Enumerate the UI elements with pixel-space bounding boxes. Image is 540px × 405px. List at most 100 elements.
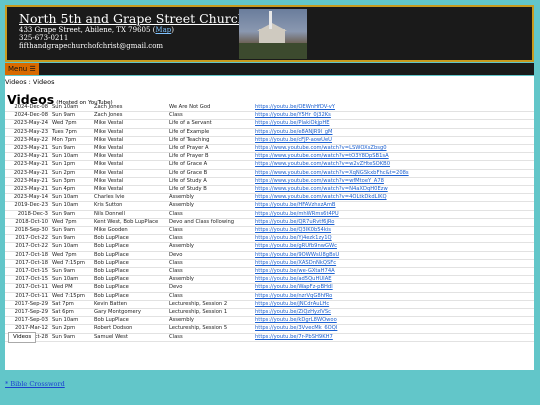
video-time: Wed 7:15pm bbox=[51, 292, 93, 301]
video-title: Life of Prayer A bbox=[168, 144, 254, 154]
video-speaker: Robert Dodson bbox=[93, 324, 168, 334]
video-link[interactable]: https://www.youtube.com/watch?v=N4aXDqH0… bbox=[255, 186, 388, 192]
video-speaker: Mike Vestal bbox=[93, 185, 168, 195]
table-row: 2023-May-21 Sun 10am Mike Vestal Life of Pr… bbox=[5, 152, 534, 162]
table-row: 2023-May-21 Sun 1pm Mike Vestal Life of Gra… bbox=[5, 160, 534, 170]
video-date: 2017-Oct-22 bbox=[5, 234, 51, 244]
video-link-cell: https://youtu.be/3VvecMk_6OQI bbox=[254, 324, 534, 334]
table-row: 2017-Oct-18 Wed 7:15pm Bob LupPlace Class ht… bbox=[5, 259, 534, 269]
video-link[interactable]: https://www.youtube.com/watch?v=wfMtoeY_… bbox=[255, 178, 384, 184]
video-speaker: Mike Vestal bbox=[93, 152, 168, 162]
video-time: Sun 9am bbox=[51, 210, 93, 219]
video-title: Life of Study B bbox=[168, 185, 254, 195]
video-speaker: Mike Vestal bbox=[93, 144, 168, 154]
video-title: Class bbox=[168, 210, 254, 219]
video-link[interactable]: https://youtu.be/ad5QuHUIAE bbox=[255, 276, 332, 282]
video-link[interactable]: https://youtu.be/Q3IK0b54kis bbox=[255, 227, 331, 233]
video-link-cell: https://youtu.be/Q3IK0b54kis bbox=[254, 226, 534, 236]
video-time: Wed 7pm bbox=[51, 251, 93, 260]
video-time: Sun 4pm bbox=[51, 185, 93, 195]
video-title: Assembly bbox=[168, 242, 254, 252]
video-link[interactable]: https://youtu.be/XASDnNkQSFc bbox=[255, 260, 336, 266]
video-time: Sun 9am bbox=[51, 111, 93, 121]
video-title: Lectureship, Session 1 bbox=[168, 308, 254, 318]
video-title: Life of Grace B bbox=[168, 169, 254, 178]
video-link[interactable]: https://www.youtube.com/watch?v=w2vZHteS… bbox=[255, 161, 390, 167]
video-link[interactable]: https://youtu.be/we-GXtaH74A bbox=[255, 268, 335, 274]
video-date: 2023-May-21 bbox=[5, 152, 51, 162]
video-time: Sun 2pm bbox=[51, 169, 93, 178]
video-time: Sat 7pm bbox=[51, 300, 93, 310]
video-link-cell: https://www.youtube.com/watch?v=LSWOXsZb… bbox=[254, 144, 534, 154]
video-link[interactable]: https://youtu.be/3VvecMk_6OQI bbox=[255, 325, 337, 331]
table-row: 2018-Oct-10 Wed 7pm Kent West, Bob LupPlac… bbox=[5, 218, 534, 228]
video-link[interactable]: https://youtu.be/cFJP-aowUeU bbox=[255, 137, 332, 143]
table-row: 2023-May-23 Tues 7pm Mike Vestal Life of Ex… bbox=[5, 128, 534, 137]
video-date: 2023-May-14 bbox=[5, 193, 51, 203]
video-time: Wed PM bbox=[51, 283, 93, 293]
menu-button[interactable]: Menu ☰ bbox=[5, 63, 39, 75]
video-link[interactable]: https://youtu.be/WapFz-pBHdl bbox=[255, 284, 333, 290]
video-title: Devo bbox=[168, 251, 254, 260]
video-time: Sun 10am bbox=[51, 201, 93, 211]
video-link[interactable]: https://youtu.be/jNCdrAuLHc bbox=[255, 301, 329, 307]
video-link-cell: https://youtu.be/PlakiOkjpHE bbox=[254, 119, 534, 129]
video-link[interactable]: https://youtu.be/e8ANJR9l_gM bbox=[255, 129, 333, 135]
video-link[interactable]: https://youtu.be/gRUfb9nwGWc bbox=[255, 243, 337, 249]
table-row: 2024-Dec-08 Sun 9am Zach Jones Class https:/… bbox=[5, 111, 534, 121]
video-link-cell: https://youtu.be/9OWWsU8gBsU bbox=[254, 251, 534, 260]
video-link[interactable]: https://youtu.be/7r-PbSH9KH7 bbox=[255, 334, 333, 340]
video-speaker: Bob LupPlace bbox=[93, 267, 168, 277]
video-link[interactable]: https://www.youtube.com/watch?v=tO3Y8DpS… bbox=[255, 153, 389, 159]
church-steeple bbox=[269, 11, 272, 31]
video-link[interactable]: https://youtu.be/Yj4ezk1zy1Q bbox=[255, 235, 332, 241]
video-link[interactable]: https://www.youtube.com/watch?v=XqNGSkxb… bbox=[255, 170, 409, 176]
menu-bar: Menu ☰ bbox=[5, 63, 534, 75]
tab-videos[interactable]: Videos bbox=[8, 332, 37, 343]
video-link[interactable]: https://youtu.be/Y5Hr_0j32Ks bbox=[255, 112, 331, 118]
video-link[interactable]: https://youtu.be/ZiQzHyzlVSc bbox=[255, 309, 331, 315]
video-title: Devo and Class following bbox=[168, 218, 254, 228]
video-link[interactable]: https://youtu.be/mhWRms6t4PU bbox=[255, 211, 339, 217]
breadcrumb: Videos : Videos bbox=[5, 78, 55, 86]
video-link[interactable]: https://youtu.be/HFAVzhxzAmB bbox=[255, 202, 335, 208]
video-link[interactable]: https://youtu.be/QR7uRvtf6jRo bbox=[255, 219, 334, 225]
video-time: Sun 9am bbox=[51, 226, 93, 236]
video-date: 2017-Oct-11 bbox=[5, 283, 51, 293]
video-link-cell: https://youtu.be/OEWnHfDV-vY bbox=[254, 104, 534, 113]
video-time: Wed 7pm bbox=[51, 218, 93, 228]
site-header: North 5th and Grape Street Church of Chr… bbox=[5, 5, 534, 62]
table-row: 2017-Sep-03 Sun 10am Bob LupPlace Assembly h… bbox=[5, 316, 534, 326]
video-date: 2017-Oct-22 bbox=[5, 242, 51, 252]
table-row: 2019-Dec-23 Sun 10am Kris Sutton Assembly ht… bbox=[5, 201, 534, 211]
table-row: 2017-Sep-29 Sat 7pm Kevin Batten Lectureshi… bbox=[5, 300, 534, 310]
video-date: 2023-May-21 bbox=[5, 169, 51, 178]
video-link-cell: https://youtu.be/we-GXtaH74A bbox=[254, 267, 534, 277]
video-link[interactable]: https://youtu.be/nzrVqG8hfRo bbox=[255, 293, 332, 299]
table-row: 2024-Dec-08 Sun 10am Zach Jones We Are Not … bbox=[5, 104, 534, 113]
video-date: 2017-Oct-15 bbox=[5, 267, 51, 277]
video-title: Assembly bbox=[168, 316, 254, 326]
church-photo bbox=[239, 9, 307, 59]
table-row: 2017-Oct-22 Sun 9am Bob LupPlace Class https… bbox=[5, 234, 534, 244]
video-time: Sun 9am bbox=[51, 234, 93, 244]
video-link[interactable]: https://youtu.be/OEWnHfDV-vY bbox=[255, 104, 335, 110]
video-link[interactable]: https://youtu.be/kDgrL8WOwoo bbox=[255, 317, 337, 323]
video-date: 2018-Sep-30 bbox=[5, 226, 51, 236]
video-speaker: Samuel West bbox=[93, 333, 168, 342]
video-speaker: Kevin Batten bbox=[93, 300, 168, 310]
bible-crossword-link[interactable]: * Bible Crossword bbox=[5, 380, 65, 388]
video-date: 2017-Oct-18 bbox=[5, 251, 51, 260]
video-link[interactable]: https://youtu.be/9OWWsU8gBsU bbox=[255, 252, 339, 258]
video-time: Sun 10am bbox=[51, 316, 93, 326]
map-link[interactable]: Map bbox=[155, 26, 171, 34]
table-row: 2017-Mar-12 Sun 2pm Robert Dodson Lecturesh… bbox=[5, 324, 534, 334]
video-link-cell: https://youtu.be/XASDnNkQSFc bbox=[254, 259, 534, 269]
table-row: 2023-May-21 Sun 4pm Mike Vestal Life of Stu… bbox=[5, 185, 534, 195]
video-speaker: Mike Vestal bbox=[93, 177, 168, 187]
video-link[interactable]: https://www.youtube.com/watch?v=4OLtkDkd… bbox=[255, 194, 387, 200]
video-time: Sun 9am bbox=[51, 333, 93, 342]
video-link[interactable]: https://www.youtube.com/watch?v=LSWOXsZb… bbox=[255, 145, 387, 151]
video-speaker: Charles Ivie bbox=[93, 193, 168, 203]
video-link[interactable]: https://youtu.be/PlakiOkjpHE bbox=[255, 120, 330, 126]
